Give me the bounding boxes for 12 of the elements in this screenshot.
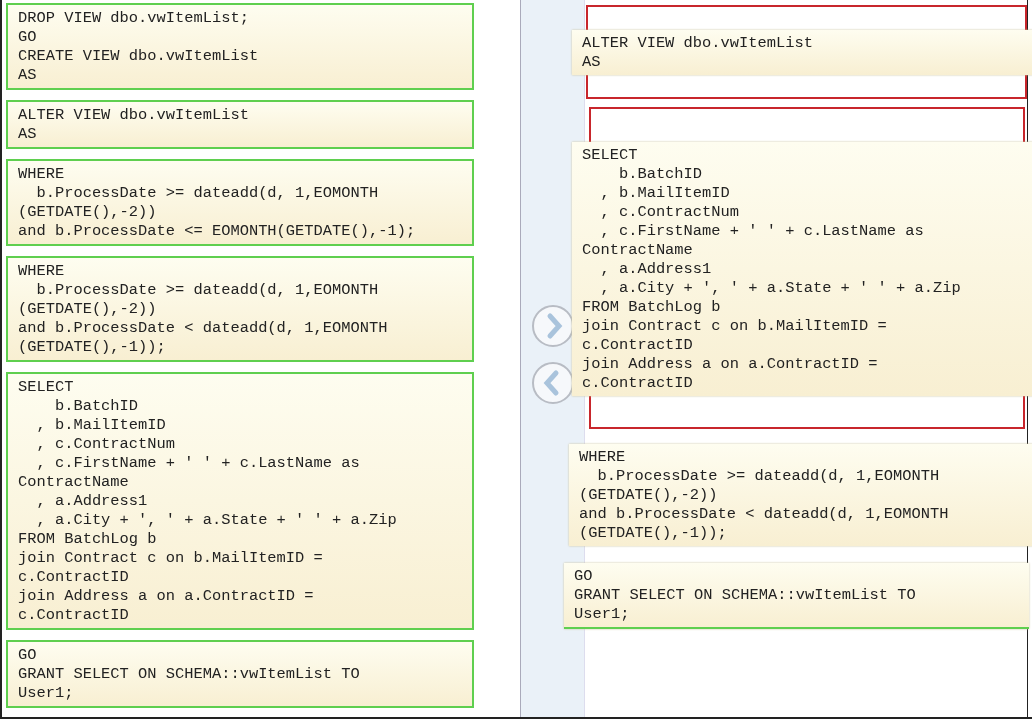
code-block[interactable]: WHERE b.ProcessDate >= dateadd(d, 1,EOMONTH (GETDATE(),-2)) and b.ProcessDate < dateadd(d, 1,EOMONTH (GETDATE(),-1)); — [569, 444, 1032, 546]
code-block[interactable]: SELECT b.BatchID , b.MailItemID , c.ContractNum , c.FirstName + ' ' + c.LastName as ContractName , a.Address1 , a.City + ', ' + a.State + ' ' + a.Zip FROM BatchLog b join Contract c on b.MailItemID = c.ContractID join Address a on a.ContractID = c.ContractID — [572, 142, 1032, 396]
code-block[interactable]: WHERE b.ProcessDate >= dateadd(d, 1,EOMONTH (GETDATE(),-2)) and b.ProcessDate <= EOMONTH(GETDATE(),-1); — [6, 159, 474, 246]
code-block[interactable]: DROP VIEW dbo.vwItemList; GO CREATE VIEW dbo.vwItemList AS — [6, 3, 474, 90]
code-block[interactable]: WHERE b.ProcessDate >= dateadd(d, 1,EOMONTH (GETDATE(),-2)) and b.ProcessDate < dateadd(d, 1,EOMONTH (GETDATE(),-1)); — [6, 256, 474, 362]
code-block[interactable]: ALTER VIEW dbo.vwItemList AS — [6, 100, 474, 149]
chevron-right-icon — [531, 304, 575, 348]
code-block[interactable]: GO GRANT SELECT ON SCHEMA::vwItemList TO User1; — [564, 563, 1029, 629]
chevron-left-icon — [531, 361, 575, 405]
code-block[interactable]: ALTER VIEW dbo.vwItemList AS — [572, 30, 1032, 75]
code-block[interactable]: GO GRANT SELECT ON SCHEMA::vwItemList TO User1; — [6, 640, 474, 708]
code-block[interactable]: SELECT b.BatchID , b.MailItemID , c.ContractNum , c.FirstName + ' ' + c.LastName as ContractName , a.Address1 , a.City + ', ' + a.State + ' ' + a.Zip FROM BatchLog b join Contract c on b.MailItemID = c.ContractID join Address a on a.ContractID = c.ContractID — [6, 372, 474, 630]
